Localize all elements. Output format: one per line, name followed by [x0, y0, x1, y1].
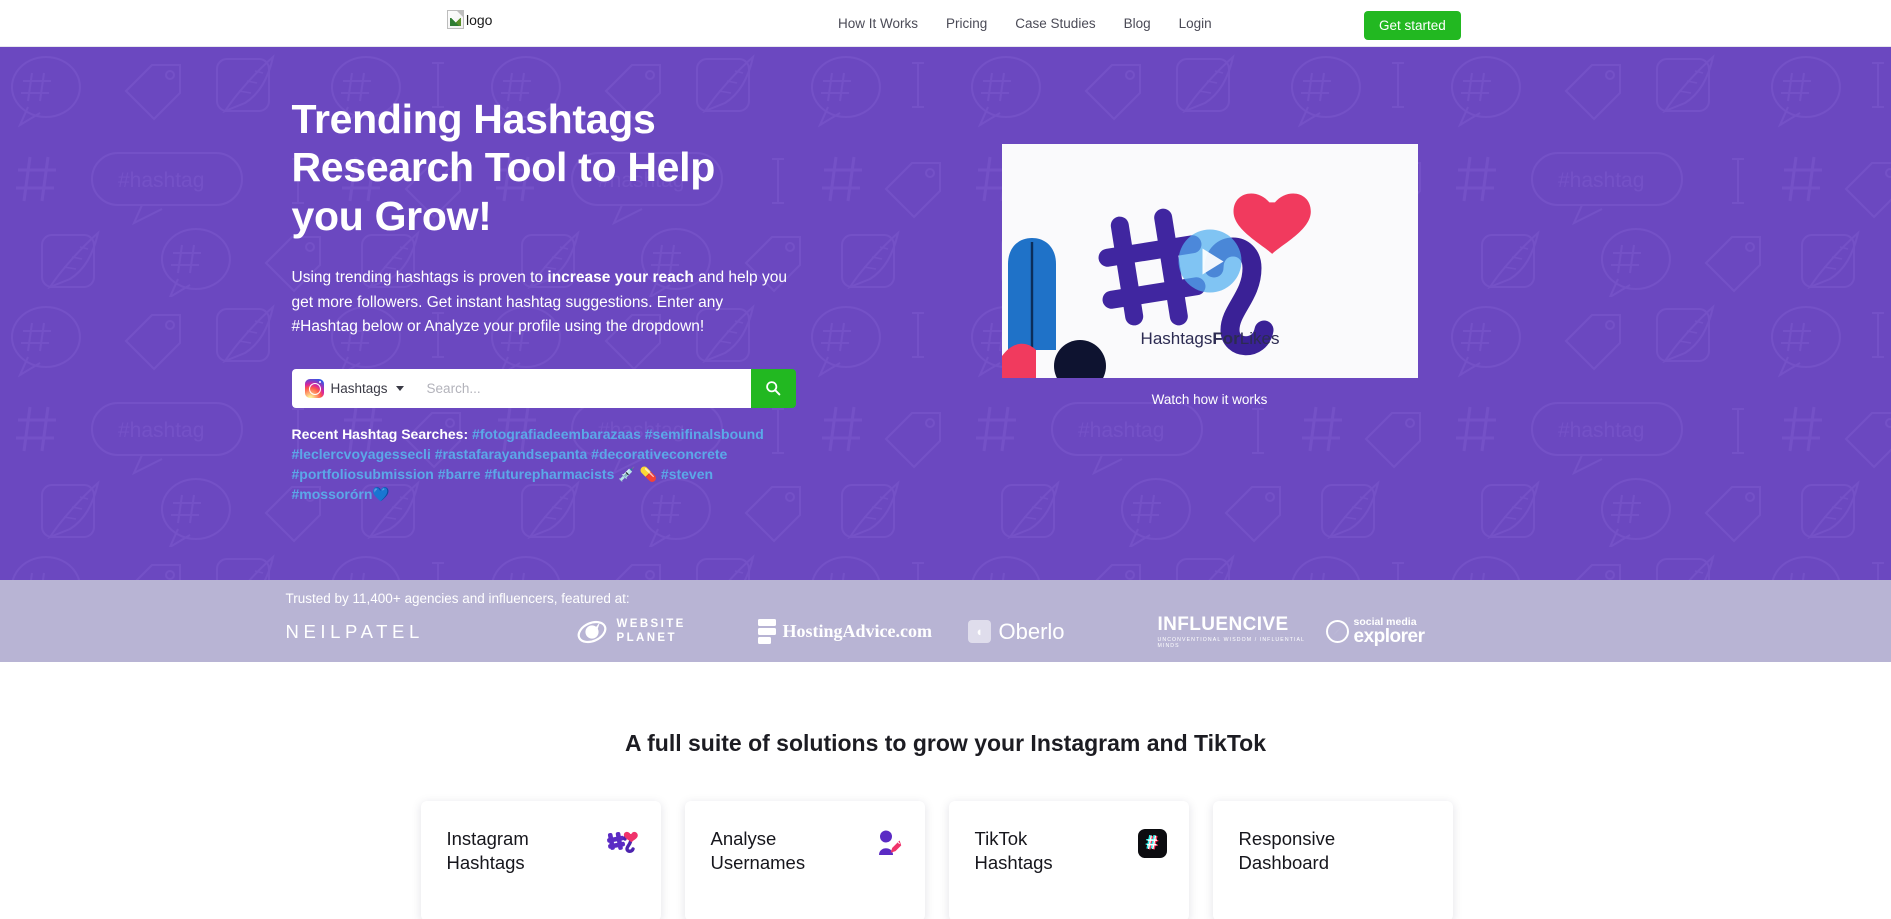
recent-tag-6[interactable]: #barre [438, 466, 481, 482]
search-type-label: Hashtags [330, 380, 388, 396]
hero-subtitle-part1: Using trending hashtags is proven to [291, 269, 548, 287]
instagram-icon [304, 378, 324, 398]
hero-subtitle-emphasis: increase your reach [547, 269, 694, 287]
chevron-down-icon [395, 385, 404, 391]
nav-item-pricing[interactable]: Pricing [932, 16, 1001, 31]
trusted-by-band: Trusted by 11,400+ agencies and influenc… [0, 580, 1891, 662]
recent-tag-3[interactable]: #rastafarayandsepanta [435, 446, 588, 462]
solution-card-tiktok-hashtags[interactable]: TikTok Hashtags # [948, 801, 1189, 919]
solutions-card-row: Instagram Hashtags Analyse Usernames Tik… [420, 801, 1471, 919]
site-logo[interactable]: logo [447, 10, 492, 29]
compass-icon [1325, 620, 1349, 643]
brand-logo-hostingadvice: HostingAdvice.com [756, 618, 968, 646]
nav-item-case-studies[interactable]: Case Studies [1001, 16, 1109, 31]
logo-alt-text: logo [466, 11, 493, 28]
card-title: Instagram Hashtags [446, 828, 529, 874]
oberlo-mark-icon: ◖ [967, 620, 991, 643]
recent-searches-label: Recent Hashtag Searches: [291, 425, 469, 442]
trusted-by-text: Trusted by 11,400+ agencies and influenc… [285, 591, 630, 606]
brand-logo-social-media-explorer: social media explorer [1325, 617, 1425, 648]
hero-copy: Trending Hashtags Research Tool to Help … [291, 95, 912, 505]
tiktok-hashtag-icon: # [1137, 829, 1167, 858]
broken-image-icon [447, 10, 464, 29]
nav-item-login[interactable]: Login [1165, 16, 1226, 31]
hashtag-search-bar: Hashtags [291, 368, 796, 408]
search-icon [766, 381, 781, 396]
nav-item-blog[interactable]: Blog [1110, 16, 1165, 31]
solutions-section: A full suite of solutions to grow your I… [0, 662, 1891, 919]
solution-card-instagram-hashtags[interactable]: Instagram Hashtags [420, 801, 661, 919]
brand-logo-oberlo: ◖ Oberlo [967, 618, 1158, 645]
play-icon[interactable] [1178, 229, 1241, 293]
server-icon [757, 618, 776, 644]
recent-tag-5[interactable]: #portfoliosubmission [292, 466, 434, 482]
sme-line2: explorer [1353, 626, 1425, 648]
hostingadvice-wordmark: HostingAdvice.com [782, 621, 932, 641]
websiteplanet-line1: WEBSITE [616, 617, 686, 630]
recent-tag-1[interactable]: #semifinalsbound [645, 426, 764, 442]
solutions-title: A full suite of solutions to grow your I… [624, 730, 1267, 756]
main-navigation: How It Works Pricing Case Studies Blog L… [824, 16, 1226, 31]
video-brand-light: Hashtags [1140, 329, 1212, 348]
brand-logo-neilpatel: NEILPATEL [285, 620, 424, 642]
card-title: TikTok Hashtags [974, 828, 1053, 874]
video-brand-bold: For [1212, 329, 1240, 348]
influencive-wordmark: INFLUENCIVE [1157, 614, 1289, 635]
solution-card-analyse-usernames[interactable]: Analyse Usernames [684, 801, 925, 919]
recent-tag-2[interactable]: #leclercvoyagessecli [292, 446, 431, 462]
card-title: Analyse Usernames [710, 828, 806, 874]
hero-title: Trending Hashtags Research Tool to Help … [291, 96, 716, 239]
websiteplanet-line2: PLANET [616, 631, 677, 644]
recent-tag-4[interactable]: #decorativeconcrete [591, 446, 727, 462]
svg-text:HashtagsForLikes: HashtagsForLikes [1140, 329, 1279, 348]
solution-card-responsive-dashboard[interactable]: Responsive Dashboard [1212, 801, 1453, 919]
hashtag-heart-icon [606, 829, 639, 860]
brand-logo-websiteplanet: WEBSITE PLANET [576, 618, 756, 646]
recent-tag-0[interactable]: #fotografiadeembarazaas [472, 426, 641, 442]
nav-item-how-it-works[interactable]: How It Works [824, 16, 932, 31]
get-started-button[interactable]: Get started [1364, 11, 1461, 40]
site-header: logo How It Works Pricing Case Studies B… [0, 0, 1891, 47]
video-brand-light2: Likes [1239, 329, 1279, 348]
recent-tag-7[interactable]: #futurepharmacists 💉 💊 [484, 466, 657, 482]
recent-tag-8[interactable]: #steven [661, 466, 713, 482]
tiktok-hash-glyph: # [1146, 832, 1158, 854]
search-type-dropdown[interactable]: Hashtags [291, 368, 415, 408]
recent-tag-9[interactable]: #mossorórn💙 [292, 486, 390, 502]
brand-logo-influencive: INFLUENCIVE UNCONVENTIONAL WISDOM / INFL… [1158, 614, 1326, 649]
search-submit-button[interactable] [750, 368, 796, 408]
hero-video-area: HashtagsForLikes Watch how it works [1001, 95, 1418, 505]
recent-hashtag-searches: Recent Hashtag Searches: #fotografiadeem… [292, 424, 792, 505]
oberlo-wordmark: Oberlo [998, 618, 1065, 644]
search-input[interactable] [414, 368, 751, 408]
watch-how-it-works-caption[interactable]: Watch how it works [1002, 392, 1418, 407]
person-pencil-icon [875, 829, 903, 862]
influencive-tagline: UNCONVENTIONAL WISDOM / INFLUENTIAL MIND… [1157, 637, 1305, 649]
card-title: Responsive Dashboard [1238, 828, 1336, 874]
hero-section: #hashtag Trending Hashtags Research Tool… [0, 47, 1891, 580]
featured-brand-logos: NEILPATEL WEBSITE PLANET HostingAdvice.c… [286, 614, 1636, 649]
video-thumbnail[interactable]: HashtagsForLikes [1001, 144, 1418, 378]
hero-subtitle: Using trending hashtags is proven to inc… [292, 266, 792, 339]
websiteplanet-mark-icon [577, 620, 606, 643]
